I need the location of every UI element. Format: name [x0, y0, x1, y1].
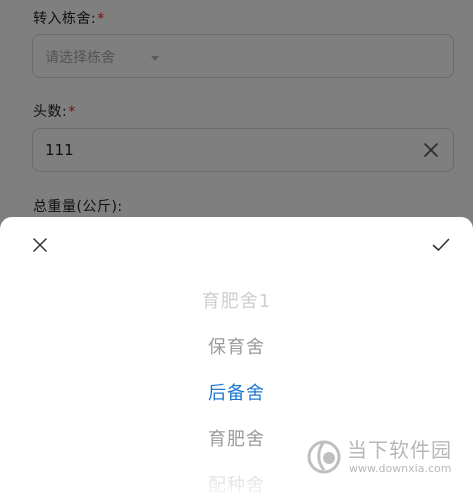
close-icon	[33, 238, 47, 252]
close-button[interactable]	[28, 233, 52, 257]
page: 转入栋舍:* 请选择栋舍 头数:* 111 总重量(公斤):	[0, 0, 473, 500]
watermark-name: 当下软件园	[347, 438, 452, 462]
picker-option[interactable]: 育肥舍1	[0, 287, 473, 313]
check-icon	[432, 238, 450, 251]
watermark-url: www.downxia.com	[349, 462, 452, 475]
watermark: 当下软件园 www.downxia.com	[305, 432, 455, 482]
picker-option-selected[interactable]: 后备舍	[0, 379, 473, 405]
watermark-logo-icon	[307, 440, 341, 474]
picker-option[interactable]: 保育舍	[0, 333, 473, 359]
confirm-button[interactable]	[429, 233, 453, 257]
